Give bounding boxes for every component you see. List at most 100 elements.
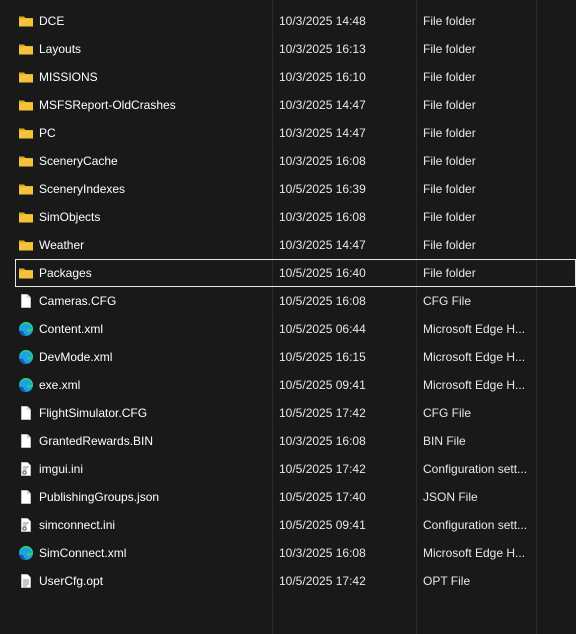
file-name: simconnect.ini (39, 518, 116, 532)
folder-icon (18, 153, 34, 169)
file-date-modified: 10/5/2025 17:42 (279, 406, 366, 420)
file-row[interactable]: UserCfg.opt 10/5/2025 17:42 OPT File (0, 567, 576, 595)
file-type: File folder (423, 42, 476, 56)
file-icon (18, 405, 34, 421)
file-type: JSON File (423, 490, 478, 504)
file-row[interactable]: simconnect.ini 10/5/2025 09:41 Configura… (0, 511, 576, 539)
file-name: Packages (39, 266, 92, 280)
folder-icon (18, 209, 34, 225)
edge-icon (18, 321, 34, 337)
file-date-modified: 10/5/2025 16:39 (279, 182, 366, 196)
file-type: Microsoft Edge H... (423, 546, 526, 560)
file-name: Content.xml (39, 322, 104, 336)
file-name: UserCfg.opt (39, 574, 104, 588)
file-type: CFG File (423, 406, 471, 420)
file-name: SimConnect.xml (39, 546, 127, 560)
file-row[interactable]: Cameras.CFG 10/5/2025 16:08 CFG File (0, 287, 576, 315)
folder-icon (18, 237, 34, 253)
file-date-modified: 10/3/2025 16:13 (279, 42, 366, 56)
file-type: Microsoft Edge H... (423, 350, 526, 364)
folder-icon (18, 125, 34, 141)
file-date-modified: 10/5/2025 17:42 (279, 574, 366, 588)
file-date-modified: 10/5/2025 17:40 (279, 490, 366, 504)
file-name: FlightSimulator.CFG (39, 406, 148, 420)
file-row[interactable]: Weather 10/3/2025 14:47 File folder (0, 231, 576, 259)
edge-icon (18, 377, 34, 393)
file-row[interactable]: DevMode.xml 10/5/2025 16:15 Microsoft Ed… (0, 343, 576, 371)
file-row[interactable]: GrantedRewards.BIN 10/3/2025 16:08 BIN F… (0, 427, 576, 455)
file-name: DCE (39, 14, 65, 28)
file-name: Cameras.CFG (39, 294, 117, 308)
file-row[interactable]: SceneryIndexes 10/5/2025 16:39 File fold… (0, 175, 576, 203)
file-date-modified: 10/3/2025 14:47 (279, 126, 366, 140)
file-date-modified: 10/5/2025 16:08 (279, 294, 366, 308)
file-type: File folder (423, 210, 476, 224)
file-icon (18, 489, 34, 505)
file-type: File folder (423, 70, 476, 84)
file-type: BIN File (423, 434, 466, 448)
file-type: File folder (423, 238, 476, 252)
file-date-modified: 10/3/2025 14:47 (279, 238, 366, 252)
file-type: File folder (423, 182, 476, 196)
file-row[interactable]: Layouts 10/3/2025 16:13 File folder (0, 35, 576, 63)
folder-icon (18, 69, 34, 85)
file-type: Configuration sett... (423, 518, 528, 532)
file-row[interactable]: DCE 10/3/2025 14:48 File folder (0, 7, 576, 35)
file-name: Weather (39, 238, 85, 252)
file-type: Configuration sett... (423, 462, 528, 476)
file-row[interactable]: SimConnect.xml 10/3/2025 16:08 Microsoft… (0, 539, 576, 567)
file-name: PublishingGroups.json (39, 490, 160, 504)
file-type: Microsoft Edge H... (423, 322, 526, 336)
file-type: File folder (423, 154, 476, 168)
file-type: File folder (423, 14, 476, 28)
file-name: SimObjects (39, 210, 101, 224)
file-date-modified: 10/3/2025 14:48 (279, 14, 366, 28)
file-row[interactable]: MISSIONS 10/3/2025 16:10 File folder (0, 63, 576, 91)
file-date-modified: 10/5/2025 17:42 (279, 462, 366, 476)
file-date-modified: 10/5/2025 16:40 (279, 266, 366, 280)
edge-icon (18, 349, 34, 365)
file-type: File folder (423, 266, 476, 280)
file-row[interactable]: imgui.ini 10/5/2025 17:42 Configuration … (0, 455, 576, 483)
file-row[interactable]: MSFSReport-OldCrashes 10/3/2025 14:47 Fi… (0, 91, 576, 119)
file-row[interactable]: Packages 10/5/2025 16:40 File folder (15, 259, 576, 287)
file-row[interactable]: FlightSimulator.CFG 10/5/2025 17:42 CFG … (0, 399, 576, 427)
folder-icon (18, 41, 34, 57)
file-row[interactable]: exe.xml 10/5/2025 09:41 Microsoft Edge H… (0, 371, 576, 399)
file-icon (18, 433, 34, 449)
edge-icon (18, 545, 34, 561)
file-name: MSFSReport-OldCrashes (39, 98, 176, 112)
file-row[interactable]: SceneryCache 10/3/2025 16:08 File folder (0, 147, 576, 175)
file-name: SceneryCache (39, 154, 118, 168)
file-list: DCE 10/3/2025 14:48 File folder Layouts … (0, 7, 576, 595)
config-file-icon (18, 517, 34, 533)
file-date-modified: 10/3/2025 16:08 (279, 434, 366, 448)
file-date-modified: 10/3/2025 16:10 (279, 70, 366, 84)
file-name: DevMode.xml (39, 350, 113, 364)
file-row[interactable]: Content.xml 10/5/2025 06:44 Microsoft Ed… (0, 315, 576, 343)
file-row[interactable]: PublishingGroups.json 10/5/2025 17:40 JS… (0, 483, 576, 511)
text-file-icon (18, 573, 34, 589)
file-date-modified: 10/3/2025 16:08 (279, 546, 366, 560)
folder-icon (18, 181, 34, 197)
file-type: CFG File (423, 294, 471, 308)
file-date-modified: 10/5/2025 06:44 (279, 322, 366, 336)
file-date-modified: 10/5/2025 09:41 (279, 518, 366, 532)
file-type: File folder (423, 126, 476, 140)
file-name: Layouts (39, 42, 82, 56)
file-date-modified: 10/3/2025 16:08 (279, 210, 366, 224)
file-type: OPT File (423, 574, 471, 588)
file-name: MISSIONS (39, 70, 98, 84)
file-name: imgui.ini (39, 462, 84, 476)
file-row[interactable]: PC 10/3/2025 14:47 File folder (0, 119, 576, 147)
file-row[interactable]: SimObjects 10/3/2025 16:08 File folder (0, 203, 576, 231)
file-date-modified: 10/3/2025 14:47 (279, 98, 366, 112)
file-name: PC (39, 126, 56, 140)
folder-icon (18, 97, 34, 113)
config-file-icon (18, 461, 34, 477)
file-name: SceneryIndexes (39, 182, 126, 196)
file-date-modified: 10/5/2025 09:41 (279, 378, 366, 392)
file-date-modified: 10/5/2025 16:15 (279, 350, 366, 364)
file-name: GrantedRewards.BIN (39, 434, 154, 448)
folder-icon (18, 265, 34, 281)
